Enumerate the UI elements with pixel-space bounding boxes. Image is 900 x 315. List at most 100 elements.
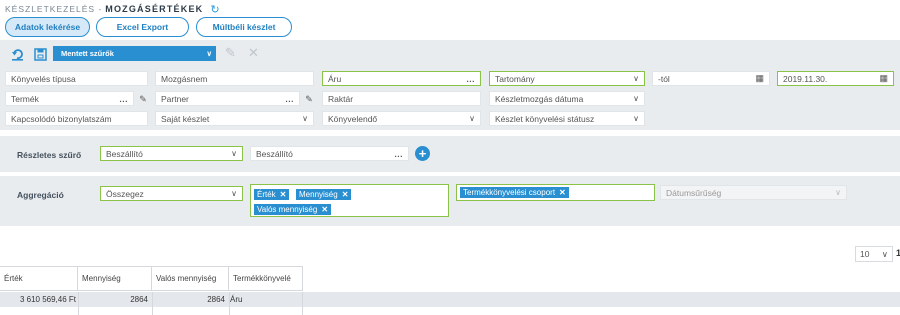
booking-type-field[interactable]: Könyvelés típusa: [5, 71, 148, 86]
module-name: KÉSZLETKEZELÉS -: [5, 4, 103, 14]
remove-tag-icon[interactable]: ✕: [280, 190, 287, 199]
detailed-filter-select[interactable]: Beszállító ∨: [100, 146, 243, 161]
column-header-quantity[interactable]: Mennyiség: [78, 267, 152, 290]
chevron-down-icon: ∨: [231, 189, 237, 198]
value-columns-multiselect[interactable]: Érték ✕ Mennyiség ✕ Valós mennyiség ✕: [250, 184, 449, 217]
close-icon: ✕: [248, 45, 259, 60]
date-to-value: 2019.11.30.: [783, 73, 828, 84]
cell-value: 3 610 569,46 Ft: [19, 295, 76, 304]
own-stock-select[interactable]: Saját készlet ∨: [155, 111, 314, 126]
page-title: MOZGÁSÉRTÉKEK: [105, 4, 204, 14]
group-by-multiselect[interactable]: Termékkönyvelési csoport ✕: [456, 184, 655, 201]
page-size-select[interactable]: 10 ∨: [855, 246, 893, 262]
ellipsis-icon[interactable]: ...: [285, 94, 294, 104]
ellipsis-icon[interactable]: ...: [119, 94, 128, 104]
own-stock-label: Saját készlet: [161, 113, 210, 124]
aggregation-section: [0, 176, 900, 226]
tag-label: Valós mennyiség: [257, 205, 318, 214]
page-size-value: 10: [860, 249, 870, 259]
product-field[interactable]: Termék ...: [5, 91, 134, 106]
ellipsis-icon[interactable]: ...: [394, 149, 403, 159]
column-header-value[interactable]: Érték: [0, 267, 78, 290]
aggregation-select-label: Összegez: [106, 188, 144, 199]
query-data-button[interactable]: Adatok lekérése: [5, 17, 90, 37]
pencil-icon: ✎: [225, 45, 236, 60]
column-divider: [78, 292, 79, 315]
aggregation-select[interactable]: Összegez ∨: [100, 186, 243, 201]
bookable-label: Könyvelendő: [328, 113, 378, 124]
date-from-label: -tól: [658, 73, 670, 84]
column-divider: [152, 292, 153, 315]
refresh-icon[interactable]: ↻: [210, 3, 219, 16]
chevron-down-icon: ∨: [302, 114, 308, 123]
column-divider: [229, 292, 230, 315]
movement-name-field[interactable]: Mozgásnem: [155, 71, 314, 86]
bookable-select[interactable]: Könyvelendő ∨: [322, 111, 481, 126]
supplier-field[interactable]: Beszállító ...: [250, 146, 409, 161]
cell-quantity: 2864: [130, 295, 148, 304]
booking-status-select[interactable]: Készlet könyvelési státusz ∨: [489, 111, 645, 126]
partner-label: Partner: [161, 93, 189, 104]
edit-icon[interactable]: ✎: [138, 94, 148, 104]
remove-tag-icon[interactable]: ✕: [342, 190, 349, 199]
tag-label: Mennyiség: [299, 190, 338, 199]
column-divider: [302, 292, 303, 315]
movement-name-label: Mozgásnem: [161, 73, 208, 84]
detailed-filter-label: Részletes szűrő: [17, 150, 82, 160]
history-stock-button[interactable]: Múltbéli készlet: [196, 17, 292, 37]
related-document-label: Kapcsolódó bizonylatszám: [11, 113, 112, 124]
product-label: Termék: [11, 93, 39, 104]
date-granularity-label: Dátumsűrűség: [666, 187, 722, 198]
ellipsis-icon[interactable]: ...: [466, 74, 475, 84]
date-to-field[interactable]: 2019.11.30. ▦: [777, 71, 894, 86]
cell-real-quantity: 2864: [207, 295, 225, 304]
edit-icon[interactable]: ✎: [304, 94, 314, 104]
page-header: KÉSZLETKEZELÉS - MOZGÁSÉRTÉKEK ↻: [5, 2, 220, 16]
chevron-down-icon: ∨: [633, 74, 639, 83]
save-icon[interactable]: [32, 46, 48, 62]
detailed-filter-select-label: Beszállító: [106, 148, 143, 159]
related-document-field[interactable]: Kapcsolódó bizonylatszám: [5, 111, 148, 126]
chevron-down-icon: ∨: [881, 248, 888, 259]
chevron-down-icon: ∨: [469, 114, 475, 123]
movement-date-select[interactable]: Készletmozgás dátuma ∨: [489, 91, 645, 106]
saved-filters-label: Mentett szűrők: [61, 49, 114, 58]
tag-label: Érték: [257, 190, 276, 199]
column-header-real-quantity[interactable]: Valós mennyiség: [152, 267, 229, 290]
booking-type-label: Könyvelés típusa: [11, 73, 76, 84]
range-label: Tartomány: [495, 73, 535, 84]
chevron-down-icon: ∨: [633, 94, 639, 103]
cell-product-group: Áru: [230, 295, 243, 304]
add-filter-button[interactable]: +: [415, 146, 430, 161]
movement-date-label: Készletmozgás dátuma: [495, 93, 584, 104]
table-header: Érték Mennyiség Valós mennyiség Termékkö…: [0, 266, 303, 291]
excel-export-button[interactable]: Excel Export: [96, 17, 189, 37]
calendar-icon[interactable]: ▦: [879, 73, 888, 84]
warehouse-field[interactable]: Raktár: [322, 91, 481, 106]
column-header-product-group[interactable]: Termékkönyvelé: [229, 267, 303, 290]
goods-label: Áru: [328, 73, 342, 84]
warehouse-label: Raktár: [328, 93, 354, 104]
chevron-down-icon: ∨: [835, 188, 841, 197]
chevron-down-icon: ∨: [206, 49, 213, 58]
tag-label: Termékkönyvelési csoport: [463, 188, 556, 197]
undo-icon[interactable]: [9, 46, 25, 62]
remove-tag-icon[interactable]: ✕: [321, 205, 328, 214]
date-granularity-select: Dátumsűrűség ∨: [660, 185, 847, 200]
chevron-down-icon: ∨: [231, 149, 237, 158]
goods-field[interactable]: Áru ...: [322, 71, 481, 86]
booking-status-label: Készlet könyvelési státusz: [495, 113, 595, 124]
tag-product-booking-group: Termékkönyvelési csoport ✕: [460, 187, 569, 198]
chevron-down-icon: ∨: [633, 114, 639, 123]
date-from-field[interactable]: -tól ▦: [652, 71, 770, 86]
range-select[interactable]: Tartomány ∨: [489, 71, 645, 86]
partner-field[interactable]: Partner ...: [155, 91, 300, 106]
tag-real-quantity: Valós mennyiség ✕: [254, 204, 332, 215]
tag-value: Érték ✕: [254, 189, 290, 200]
saved-filters-select[interactable]: Mentett szűrők ∨: [53, 46, 216, 61]
tag-quantity: Mennyiség ✕: [296, 189, 352, 200]
aggregation-label: Aggregáció: [17, 190, 64, 200]
calendar-icon[interactable]: ▦: [755, 73, 764, 84]
remove-tag-icon[interactable]: ✕: [559, 188, 566, 197]
page-number[interactable]: 1: [896, 248, 900, 258]
